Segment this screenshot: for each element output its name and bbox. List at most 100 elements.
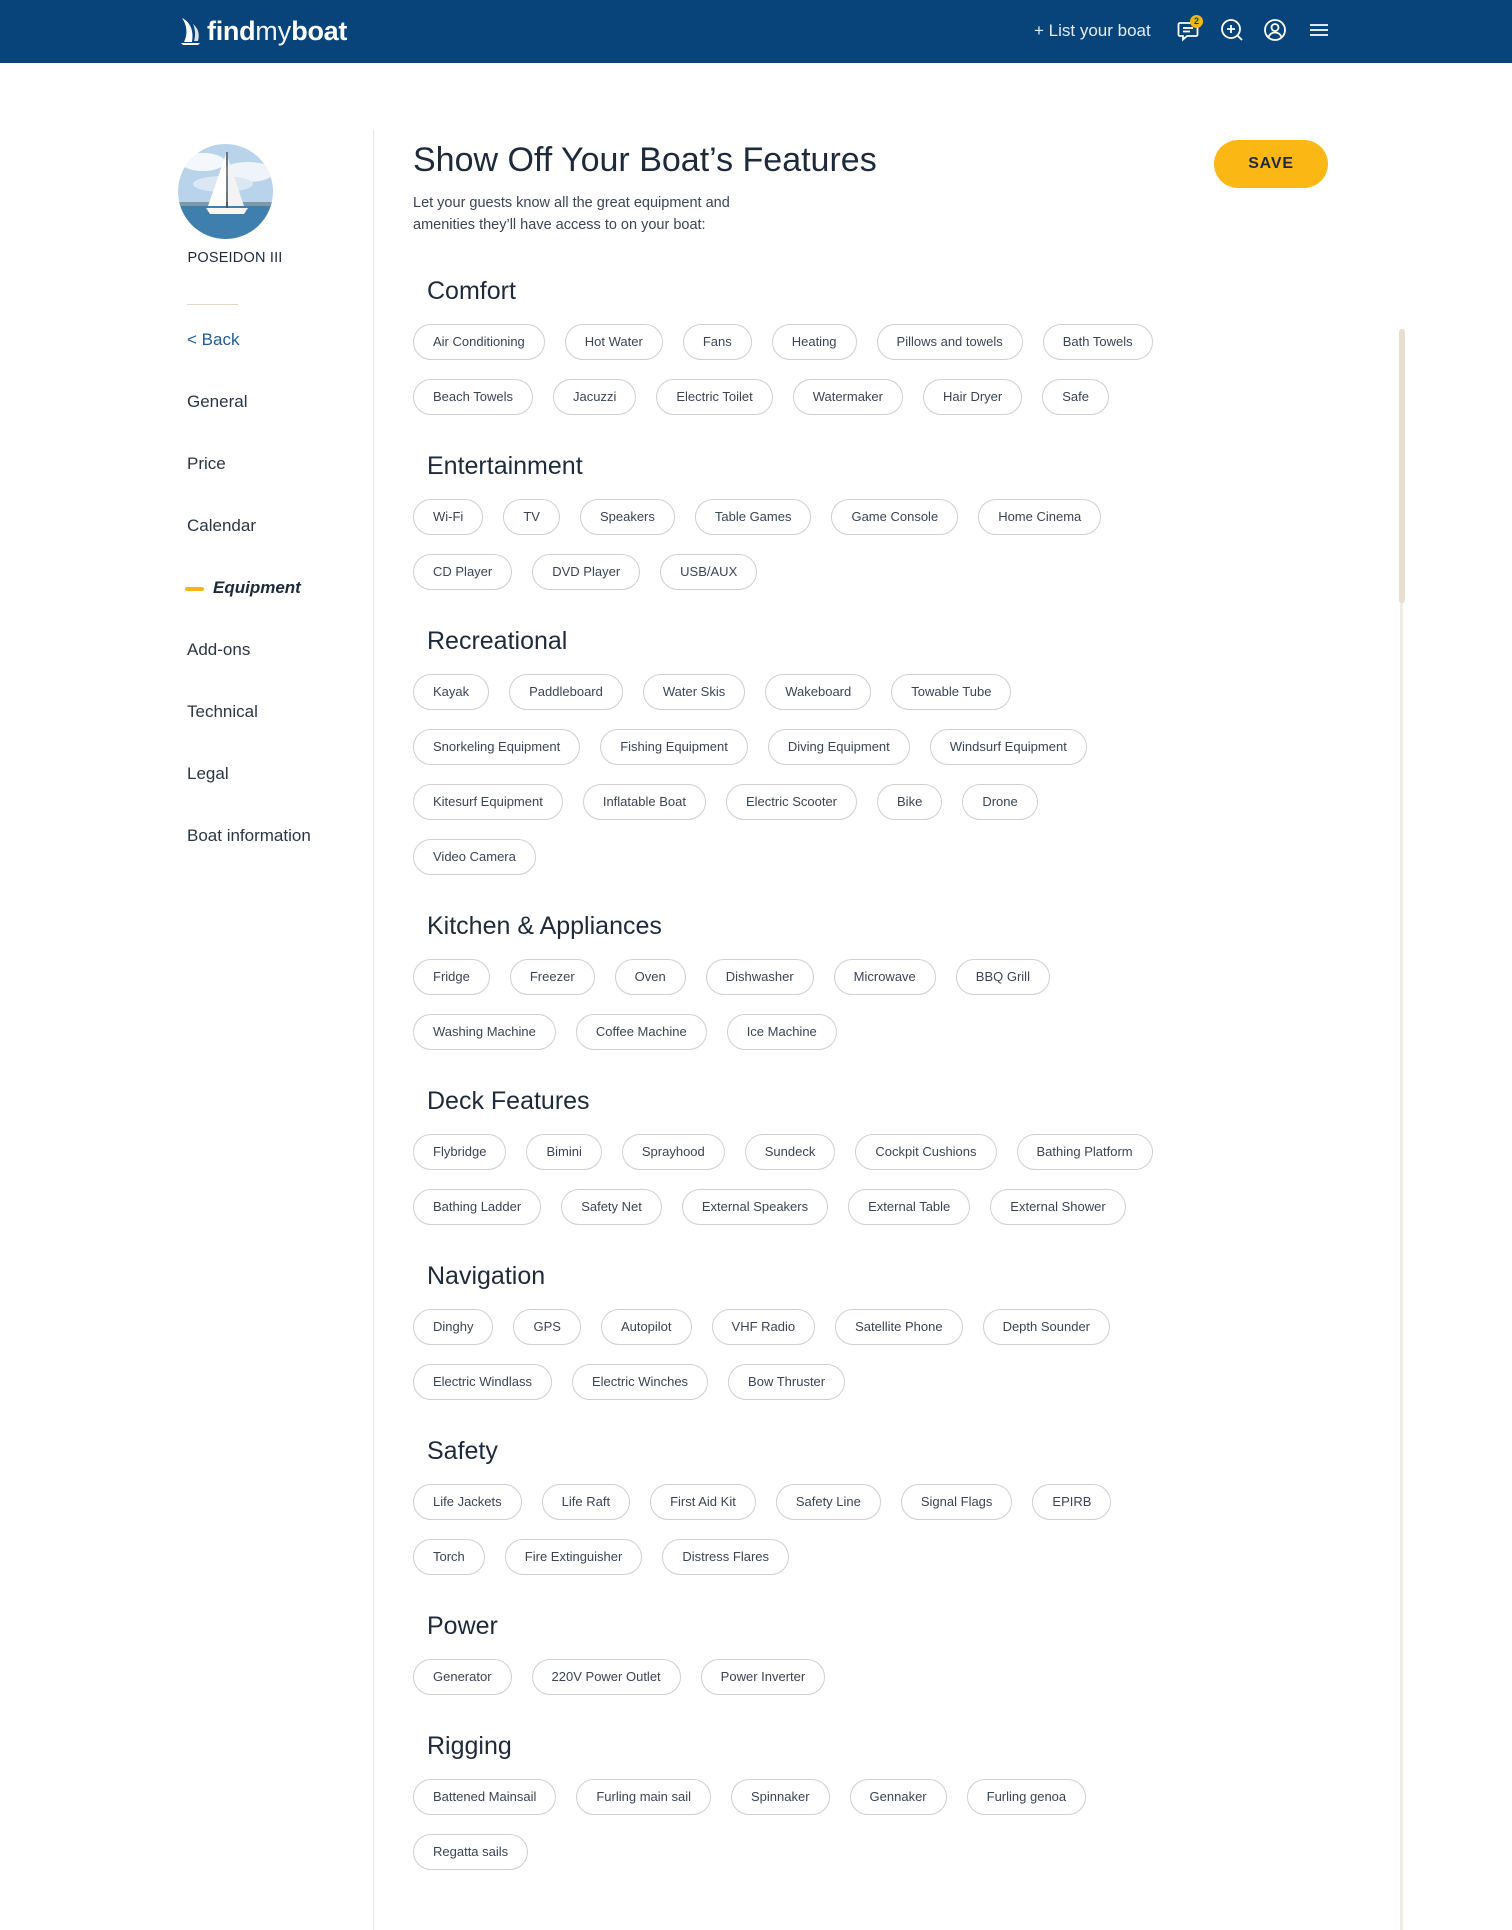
feature-chip[interactable]: External Shower [990, 1189, 1126, 1225]
feature-chip[interactable]: Signal Flags [900, 1484, 1013, 1520]
feature-chip[interactable]: Air Conditioning [413, 324, 545, 360]
feature-chip[interactable]: Table Games [694, 499, 812, 535]
feature-chip[interactable]: Jacuzzi [552, 379, 637, 415]
save-button[interactable]: SAVE [1214, 140, 1328, 188]
feature-chip[interactable]: Water Skis [642, 674, 746, 710]
feature-chip[interactable]: Diving Equipment [767, 729, 910, 765]
feature-chip[interactable]: TV [503, 499, 560, 535]
feature-chip[interactable]: Watermaker [792, 379, 903, 415]
feature-chip[interactable]: Windsurf Equipment [929, 729, 1087, 765]
feature-chip[interactable]: Bike [877, 784, 943, 820]
feature-chip[interactable]: Generator [413, 1659, 512, 1695]
section-title-entertainment: Entertainment [427, 452, 583, 480]
feature-chip[interactable]: Satellite Phone [835, 1309, 963, 1345]
feature-chip[interactable]: Freezer [509, 959, 595, 995]
feature-chip[interactable]: VHF Radio [711, 1309, 816, 1345]
feature-chip[interactable]: CD Player [413, 554, 513, 590]
feature-chip[interactable]: Beach Towels [413, 379, 533, 415]
feature-chip[interactable]: Fridge [413, 959, 490, 995]
feature-chip[interactable]: Kitesurf Equipment [413, 784, 563, 820]
feature-chip[interactable]: Fans [682, 324, 752, 360]
feature-chip[interactable]: Kayak [413, 674, 490, 710]
feature-chip[interactable]: EPIRB [1032, 1484, 1112, 1520]
feature-chip[interactable]: Fishing Equipment [600, 729, 748, 765]
sidebar-item-boat-information[interactable]: Boat information [187, 826, 311, 846]
feature-chip[interactable]: Hair Dryer [923, 379, 1023, 415]
feature-chip[interactable]: Torch [413, 1539, 485, 1575]
feature-chip[interactable]: External Speakers [681, 1189, 829, 1225]
feature-chip[interactable]: Autopilot [600, 1309, 692, 1345]
feature-chip[interactable]: Coffee Machine [575, 1014, 707, 1050]
feature-chip[interactable]: 220V Power Outlet [531, 1659, 681, 1695]
sidebar-item-technical[interactable]: Technical [187, 702, 258, 722]
feature-chip[interactable]: Wakeboard [765, 674, 872, 710]
findmyboat-logo[interactable]: find my boat [180, 14, 347, 48]
feature-chip[interactable]: Oven [614, 959, 686, 995]
list-your-boat-link[interactable]: + List your boat [1034, 19, 1151, 43]
feature-chip[interactable]: Dishwasher [705, 959, 814, 995]
sidebar-item-legal[interactable]: Legal [187, 764, 229, 784]
sidebar-item-general[interactable]: General [187, 392, 247, 412]
feature-chip[interactable]: Speakers [579, 499, 675, 535]
feature-chip[interactable]: GPS [513, 1309, 581, 1345]
feature-chip[interactable]: First Aid Kit [650, 1484, 756, 1520]
feature-chip[interactable]: Electric Windlass [413, 1364, 552, 1400]
feature-chip[interactable]: Cockpit Cushions [855, 1134, 997, 1170]
user-circle-icon[interactable] [1262, 17, 1288, 43]
feature-chip[interactable]: Paddleboard [509, 674, 623, 710]
sidebar-item-equipment[interactable]: Equipment [213, 578, 301, 598]
feature-chip[interactable]: Bathing Platform [1016, 1134, 1153, 1170]
feature-chip[interactable]: Flybridge [413, 1134, 507, 1170]
sidebar-item-calendar[interactable]: Calendar [187, 516, 256, 536]
feature-chip[interactable]: Safety Line [775, 1484, 881, 1520]
back-link[interactable]: < Back [187, 330, 239, 350]
feature-chip[interactable]: Ice Machine [726, 1014, 837, 1050]
feature-chip[interactable]: Dinghy [413, 1309, 494, 1345]
feature-chip[interactable]: Drone [962, 784, 1038, 820]
feature-chip[interactable]: Microwave [833, 959, 936, 995]
feature-chip[interactable]: Bathing Ladder [413, 1189, 542, 1225]
feature-chip[interactable]: Regatta sails [413, 1834, 529, 1870]
feature-chip[interactable]: Snorkeling Equipment [413, 729, 581, 765]
add-circle-icon[interactable] [1219, 17, 1245, 43]
feature-chip[interactable]: Bimini [526, 1134, 602, 1170]
feature-chip[interactable]: Furling main sail [576, 1779, 711, 1815]
feature-chip[interactable]: Depth Sounder [982, 1309, 1111, 1345]
feature-chip[interactable]: Home Cinema [978, 499, 1102, 535]
hamburger-menu-icon[interactable] [1306, 17, 1332, 43]
feature-chip[interactable]: Safe [1042, 379, 1109, 415]
feature-chip[interactable]: Pillows and towels [876, 324, 1023, 360]
feature-chip[interactable]: Heating [771, 324, 857, 360]
feature-chip[interactable]: Hot Water [564, 324, 663, 360]
feature-chip[interactable]: Spinnaker [731, 1779, 830, 1815]
feature-chip[interactable]: Life Jackets [413, 1484, 522, 1520]
feature-chip[interactable]: Life Raft [541, 1484, 631, 1520]
feature-chip[interactable]: Furling genoa [966, 1779, 1087, 1815]
feature-chip[interactable]: Game Console [831, 499, 959, 535]
feature-chip[interactable]: Bow Thruster [728, 1364, 846, 1400]
feature-chip[interactable]: Sprayhood [621, 1134, 725, 1170]
feature-chip[interactable]: Electric Toilet [656, 379, 773, 415]
sidebar-item-add-ons[interactable]: Add-ons [187, 640, 250, 660]
feature-chip[interactable]: BBQ Grill [955, 959, 1050, 995]
feature-chip[interactable]: Sundeck [744, 1134, 836, 1170]
feature-chip[interactable]: DVD Player [532, 554, 641, 590]
feature-chip[interactable]: Safety Net [561, 1189, 662, 1225]
feature-chip[interactable]: Towable Tube [891, 674, 1012, 710]
feature-chip[interactable]: Inflatable Boat [582, 784, 706, 820]
feature-chip[interactable]: Fire Extinguisher [504, 1539, 643, 1575]
feature-chip[interactable]: Wi-Fi [413, 499, 484, 535]
feature-chip[interactable]: Video Camera [413, 839, 536, 875]
feature-chip[interactable]: Bath Towels [1042, 324, 1153, 360]
feature-chip[interactable]: Battened Mainsail [413, 1779, 557, 1815]
feature-chip[interactable]: Electric Winches [571, 1364, 709, 1400]
sidebar-item-price[interactable]: Price [187, 454, 226, 474]
feature-chip[interactable]: Gennaker [849, 1779, 947, 1815]
feature-chip[interactable]: Washing Machine [413, 1014, 556, 1050]
feature-chip[interactable]: Electric Scooter [725, 784, 858, 820]
scrollbar-thumb[interactable] [1399, 329, 1405, 603]
feature-chip[interactable]: Distress Flares [662, 1539, 790, 1575]
feature-chip[interactable]: USB/AUX [660, 554, 758, 590]
feature-chip[interactable]: Power Inverter [700, 1659, 826, 1695]
feature-chip[interactable]: External Table [848, 1189, 971, 1225]
